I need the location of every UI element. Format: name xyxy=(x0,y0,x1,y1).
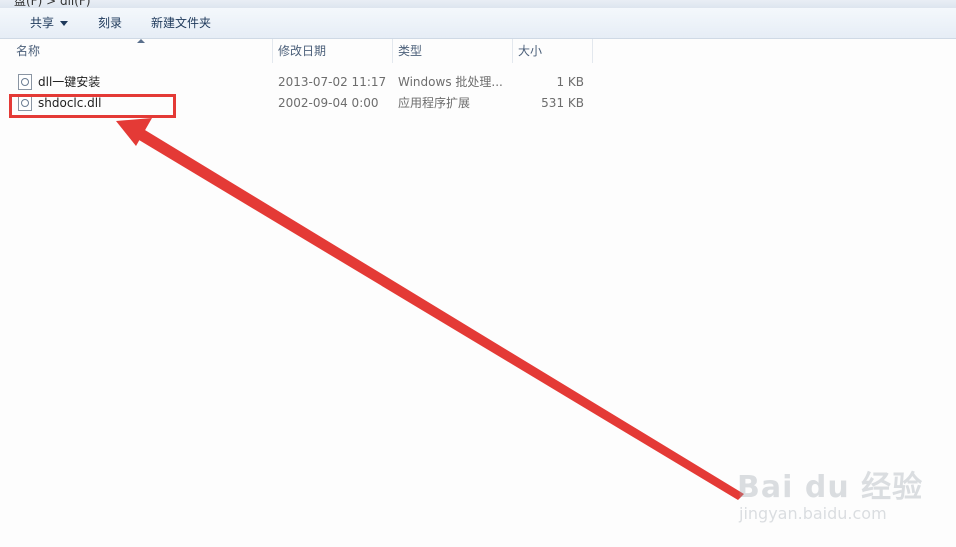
watermark-brand: Bai du 经验 xyxy=(737,462,923,506)
watermark-brand-cn: 经验 xyxy=(861,470,924,505)
watermark-brand-text: Bai du xyxy=(737,470,850,505)
baidu-watermark: Bai du 经验 jingyan.baidu.com xyxy=(737,462,937,532)
watermark-url: jingyan.baidu.com xyxy=(739,504,887,523)
